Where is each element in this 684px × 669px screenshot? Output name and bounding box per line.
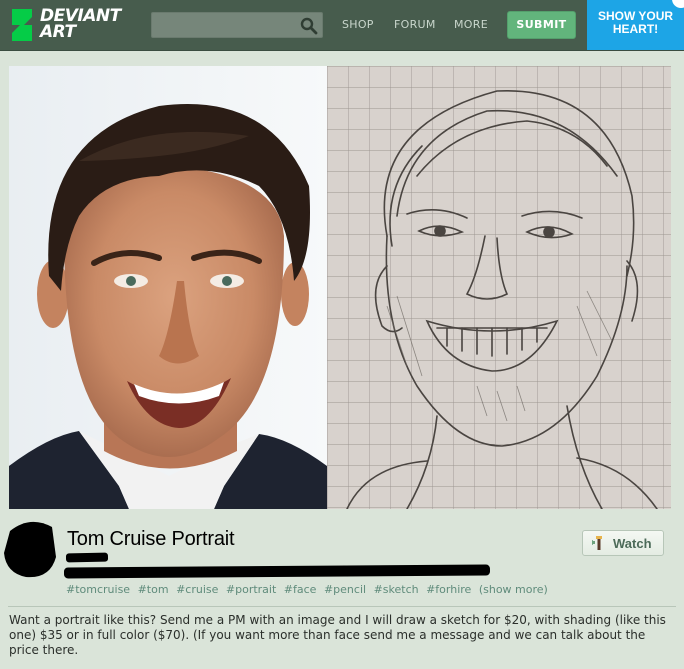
- avatar[interactable]: [4, 517, 56, 579]
- search-box[interactable]: [151, 12, 323, 38]
- redacted-artist-name: [65, 552, 109, 563]
- search-input[interactable]: [156, 15, 300, 37]
- logo-text-art: ART: [40, 22, 76, 42]
- tag-link[interactable]: #cruise: [176, 583, 218, 596]
- tag-link[interactable]: #tomcruise: [66, 583, 130, 596]
- watch-button[interactable]: Watch: [582, 530, 664, 556]
- tag-link[interactable]: #face: [284, 583, 317, 596]
- artwork-image[interactable]: [9, 66, 671, 509]
- watch-label: Watch: [613, 536, 652, 551]
- promo-line1: SHOW YOUR: [597, 9, 674, 23]
- watch-icon: [592, 536, 602, 550]
- top-bar: DEVIANT ART SHOP FORUM MORE SUBMIT SHOW …: [0, 0, 684, 51]
- deviation-description: Want a portrait like this? Send me a PM …: [9, 613, 666, 657]
- promo-line2: HEART!: [612, 22, 659, 36]
- tag-link[interactable]: #portrait: [226, 583, 276, 596]
- deviation-title: Tom Cruise Portrait: [67, 528, 235, 550]
- tag-list: #tomcruise #tom #cruise #portrait #face …: [66, 583, 552, 596]
- tag-link[interactable]: #forhire: [426, 583, 471, 596]
- tag-link[interactable]: #sketch: [374, 583, 419, 596]
- divider: [8, 606, 676, 607]
- nav-more[interactable]: MORE: [454, 18, 488, 31]
- pencil-sketch: [327, 66, 671, 509]
- redacted-artist-info: [63, 564, 491, 579]
- deviantart-logo-icon: [12, 9, 32, 41]
- show-more-tags-link[interactable]: (show more): [479, 583, 548, 596]
- submit-button[interactable]: SUBMIT: [507, 11, 576, 39]
- promo-text: SHOW YOUR HEART!: [587, 10, 684, 36]
- show-your-heart-promo[interactable]: SHOW YOUR HEART!: [587, 0, 684, 50]
- portrait-photo: [9, 66, 327, 509]
- tag-link[interactable]: #pencil: [324, 583, 366, 596]
- deviantart-logo[interactable]: DEVIANT ART: [10, 7, 130, 43]
- tag-link[interactable]: #tom: [138, 583, 169, 596]
- promo-corner-dot: [672, 0, 684, 8]
- search-icon[interactable]: [300, 17, 318, 35]
- nav-forum[interactable]: FORUM: [394, 18, 436, 31]
- nav-shop[interactable]: SHOP: [342, 18, 374, 31]
